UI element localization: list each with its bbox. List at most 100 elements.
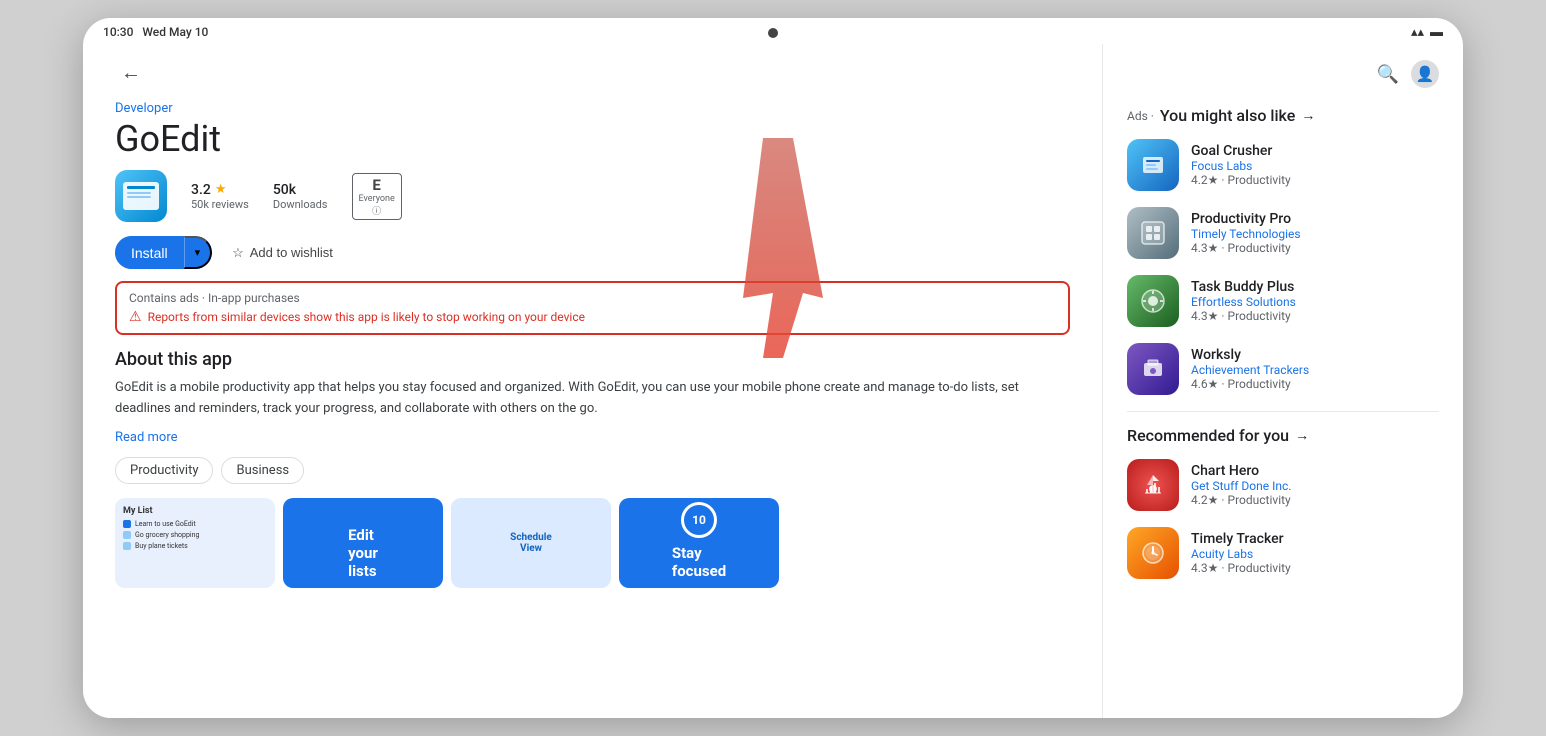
list-item-rec: Chart Hero Get Stuff Done Inc. 4.2★ · Pr… bbox=[1127, 459, 1439, 511]
app-title: GoEdit bbox=[115, 118, 1070, 160]
wishlist-button[interactable]: ☆ Add to wishlist bbox=[224, 239, 341, 267]
warning-device-line: ⚠ Reports from similar devices show this… bbox=[129, 309, 1056, 325]
app-rating-task-buddy: 4.3★ · Productivity bbox=[1191, 309, 1439, 323]
recommended-title: Recommended for you → bbox=[1127, 426, 1439, 445]
reviews-label: 50k reviews bbox=[191, 198, 249, 211]
list-item: Task Buddy Plus Effortless Solutions 4.3… bbox=[1127, 275, 1439, 327]
task-buddy-icon bbox=[1137, 285, 1169, 317]
app-dev-chart-hero: Get Stuff Done Inc. bbox=[1191, 479, 1439, 493]
install-dropdown-button[interactable]: ▾ bbox=[184, 236, 213, 269]
app-info-chart-hero: Chart Hero Get Stuff Done Inc. 4.2★ · Pr… bbox=[1191, 463, 1439, 507]
downloads-label: Downloads bbox=[273, 198, 328, 211]
downloads-stat: 50k Downloads bbox=[273, 182, 328, 211]
rating-stat: 3.2 ★ 50k reviews bbox=[191, 182, 249, 211]
main-panel: ← Developer GoEdit 3.2 ★ 50k reviews bbox=[83, 44, 1103, 718]
app-thumb-task-buddy bbox=[1127, 275, 1179, 327]
app-content: ← Developer GoEdit 3.2 ★ 50k reviews bbox=[83, 44, 1463, 718]
screenshot-4: 10 Stay focused bbox=[619, 498, 779, 588]
downloads-value: 50k bbox=[273, 182, 296, 198]
chart-hero-icon bbox=[1137, 469, 1169, 501]
rating-tt: 4.3 bbox=[1191, 561, 1208, 575]
cat-tb: Productivity bbox=[1228, 309, 1291, 323]
checkbox-3 bbox=[123, 542, 131, 550]
list-item: Worksly Achievement Trackers 4.6★ · Prod… bbox=[1127, 343, 1439, 395]
wishlist-icon: ☆ bbox=[232, 245, 244, 261]
tag-productivity[interactable]: Productivity bbox=[115, 457, 213, 484]
right-top-bar: 🔍 👤 bbox=[1127, 60, 1439, 88]
front-camera bbox=[768, 28, 778, 38]
screenshot-stay-text: Stay focused bbox=[664, 544, 734, 580]
app-info-worksly: Worksly Achievement Trackers 4.6★ · Prod… bbox=[1191, 347, 1439, 391]
install-button[interactable]: Install bbox=[115, 237, 184, 269]
warning-box: Contains ads · In-app purchases ⚠ Report… bbox=[115, 281, 1070, 335]
app-name-prod-pro: Productivity Pro bbox=[1191, 211, 1439, 227]
rating-value: 3.2 ★ bbox=[191, 182, 226, 198]
wishlist-label: Add to wishlist bbox=[250, 245, 333, 260]
warning-icon: ⚠ bbox=[129, 309, 142, 325]
screenshot-list-item-3: Buy plane tickets bbox=[123, 542, 267, 550]
battery-icon: ▬ bbox=[1430, 24, 1443, 40]
list-item-rec: Timely Tracker Acuity Labs 4.3★ · Produc… bbox=[1127, 527, 1439, 579]
rating-w: 4.6 bbox=[1191, 377, 1208, 391]
cat-gc: Productivity bbox=[1228, 173, 1291, 187]
app-name-timely-tracker: Timely Tracker bbox=[1191, 531, 1439, 547]
goal-crusher-icon bbox=[1137, 149, 1169, 181]
recommended-arrow[interactable]: → bbox=[1295, 427, 1309, 444]
profile-avatar[interactable]: 👤 bbox=[1411, 60, 1439, 88]
age-info-icon: ⓘ bbox=[372, 204, 381, 217]
app-dev-worksly: Achievement Trackers bbox=[1191, 363, 1439, 377]
age-text: Everyone bbox=[359, 194, 395, 204]
screenshot-list-item-2: Go grocery shopping bbox=[123, 531, 267, 539]
cat-pp: Productivity bbox=[1228, 241, 1291, 255]
app-thumb-chart-hero bbox=[1127, 459, 1179, 511]
ads-label: Ads · bbox=[1127, 109, 1154, 123]
app-thumb-prod-pro bbox=[1127, 207, 1179, 259]
app-meta-row: 3.2 ★ 50k reviews 50k Downloads E Everyo… bbox=[115, 170, 1070, 222]
age-label: E bbox=[372, 176, 380, 194]
rating-gc: 4.2 bbox=[1191, 173, 1208, 187]
app-thumb-worksly bbox=[1127, 343, 1179, 395]
screenshot-list-item-1: Learn to use GoEdit bbox=[123, 520, 267, 528]
app-name-task-buddy: Task Buddy Plus bbox=[1191, 279, 1439, 295]
app-name-worksly: Worksly bbox=[1191, 347, 1439, 363]
you-might-like-label: You might also like bbox=[1160, 106, 1295, 125]
warning-message: Reports from similar devices show this a… bbox=[148, 310, 585, 324]
prod-pro-icon bbox=[1137, 217, 1169, 249]
cat-tt: Productivity bbox=[1228, 561, 1291, 575]
back-button[interactable]: ← bbox=[115, 60, 147, 87]
app-thumb-goal-crusher bbox=[1127, 139, 1179, 191]
wifi-icon: ▴▴ bbox=[1411, 25, 1424, 40]
screenshot-1: My List Learn to use GoEdit Go grocery s… bbox=[115, 498, 275, 588]
list-item: Productivity Pro Timely Technologies 4.3… bbox=[1127, 207, 1439, 259]
screenshot-schedule: ScheduleView bbox=[510, 532, 552, 554]
cat-w: Productivity bbox=[1228, 377, 1291, 391]
list-item: Goal Crusher Focus Labs 4.2★ · Productiv… bbox=[1127, 139, 1439, 191]
you-might-like-arrow[interactable]: → bbox=[1301, 107, 1315, 124]
cat-ch: Productivity bbox=[1228, 493, 1291, 507]
right-panel: 🔍 👤 Ads · You might also like → bbox=[1103, 44, 1463, 718]
status-time-date: 10:30 Wed May 10 bbox=[103, 25, 208, 39]
rating-pp: 4.3 bbox=[1191, 241, 1208, 255]
tag-business[interactable]: Business bbox=[221, 457, 304, 484]
app-dev-prod-pro: Timely Technologies bbox=[1191, 227, 1439, 241]
tag-row: Productivity Business bbox=[115, 457, 1070, 484]
app-dev-task-buddy: Effortless Solutions bbox=[1191, 295, 1439, 309]
app-rating-chart-hero: 4.2★ · Productivity bbox=[1191, 493, 1439, 507]
read-more-link[interactable]: Read more bbox=[115, 430, 178, 445]
worksly-icon bbox=[1137, 353, 1169, 385]
developer-label: Developer bbox=[115, 101, 1070, 116]
tablet-frame: 10:30 Wed May 10 ▴▴ ▬ ← Developer GoEdit bbox=[83, 18, 1463, 718]
screenshot-3: ScheduleView bbox=[451, 498, 611, 588]
app-info-goal-crusher: Goal Crusher Focus Labs 4.2★ · Productiv… bbox=[1191, 143, 1439, 187]
app-dev-goal-crusher: Focus Labs bbox=[1191, 159, 1439, 173]
install-button-group: Install ▾ bbox=[115, 236, 212, 269]
recommended-label: Recommended for you bbox=[1127, 426, 1289, 445]
search-button[interactable]: 🔍 bbox=[1377, 64, 1399, 85]
timely-tracker-icon bbox=[1137, 537, 1169, 569]
you-might-like-title: Ads · You might also like → bbox=[1127, 106, 1439, 125]
section-divider bbox=[1127, 411, 1439, 412]
app-rating-timely-tracker: 4.3★ · Productivity bbox=[1191, 561, 1439, 575]
app-info-prod-pro: Productivity Pro Timely Technologies 4.3… bbox=[1191, 211, 1439, 255]
top-nav: ← bbox=[115, 60, 1070, 87]
checkbox-1 bbox=[123, 520, 131, 528]
